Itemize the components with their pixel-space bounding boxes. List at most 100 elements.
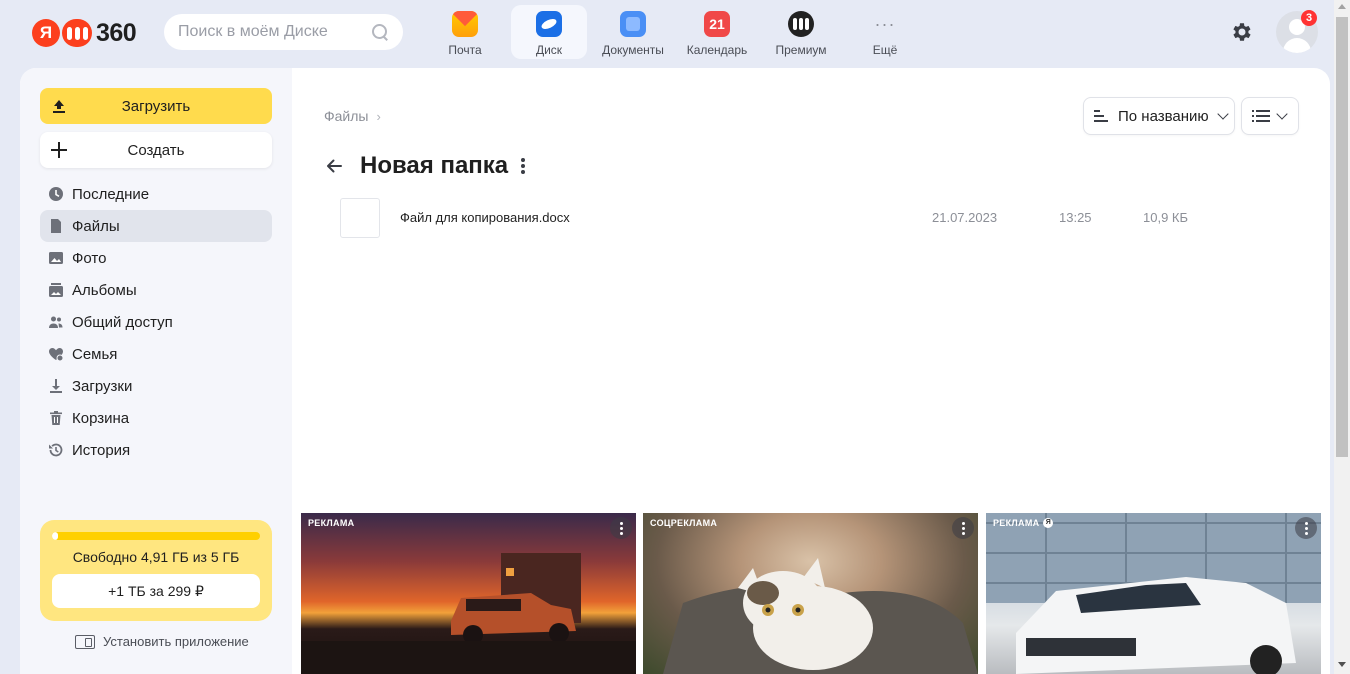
page-scrollbar[interactable] xyxy=(1334,0,1350,674)
sidebar-item-recent[interactable]: Последние xyxy=(40,178,272,210)
service-documents[interactable]: Документы xyxy=(595,5,671,59)
view-mode-dropdown[interactable] xyxy=(1241,97,1299,135)
cat-ad-image xyxy=(663,558,978,674)
sidebar-nav: Последние Файлы Фото Альбомы Общий досту… xyxy=(40,178,272,466)
search-input[interactable]: Поиск в моём Диске xyxy=(164,14,403,50)
sidebar-item-shared[interactable]: Общий доступ xyxy=(40,306,272,338)
install-app-link[interactable]: Установить приложение xyxy=(75,634,249,649)
mail-icon xyxy=(452,11,478,37)
upload-label: Загрузить xyxy=(121,97,191,115)
main-content: Файлы › Новая папка По названию Файл для… xyxy=(292,68,1330,674)
service-disk[interactable]: Диск xyxy=(511,5,587,59)
sidebar-item-family[interactable]: Семья xyxy=(40,338,272,370)
360-eye-icon xyxy=(62,19,92,47)
create-label: Создать xyxy=(127,141,185,159)
buy-storage-button[interactable]: +1 ТБ за 299 ₽ xyxy=(52,574,260,608)
service-mail[interactable]: Почта xyxy=(427,5,503,59)
ad-label: РЕКЛАМА xyxy=(308,518,355,528)
car-ad-image xyxy=(301,553,636,674)
file-size: 10,9 КБ xyxy=(1143,210,1189,225)
logo-360-text: 360 xyxy=(96,18,137,47)
clock-icon xyxy=(49,187,63,201)
ad-menu-icon[interactable] xyxy=(1295,517,1317,539)
ad-banner-white-car[interactable]: РЕКЛАМА Я xyxy=(986,513,1321,674)
breadcrumb-separator-icon: › xyxy=(376,108,381,124)
ad-menu-icon[interactable] xyxy=(610,517,632,539)
ad-menu-icon[interactable] xyxy=(952,517,974,539)
sort-icon xyxy=(1094,110,1108,122)
search-icon[interactable] xyxy=(371,23,389,41)
chevron-down-icon xyxy=(1276,108,1288,120)
sort-label: По названию xyxy=(1118,107,1209,125)
chevron-down-icon xyxy=(1217,108,1229,120)
sidebar-item-label: Корзина xyxy=(72,409,130,427)
storage-quota-card: Свободно 4,91 ГБ из 5 ГБ +1 ТБ за 299 ₽ xyxy=(40,520,272,621)
service-calendar[interactable]: 21 Календарь xyxy=(679,5,755,59)
ad-label: СОЦРЕКЛАМА xyxy=(650,518,718,528)
service-label: Документы xyxy=(602,43,664,57)
sidebar-item-downloads[interactable]: Загрузки xyxy=(40,370,272,402)
shared-access-icon xyxy=(49,316,63,328)
more-icon: ··· xyxy=(874,13,896,34)
upload-button[interactable]: Загрузить xyxy=(40,88,272,124)
top-header: Я 360 Поиск в моём Диске Почта Диск Доку… xyxy=(0,0,1334,68)
service-more[interactable]: ··· Ещё xyxy=(847,5,923,59)
file-list-row[interactable]: Файл для копирования.docx 21.07.2023 13:… xyxy=(340,197,1280,239)
ad-banners: РЕКЛАМА СОЦРЕКЛАМА РЕКЛАМА Я xyxy=(301,513,1321,674)
calendar-icon: 21 xyxy=(704,11,730,37)
disk-icon xyxy=(536,11,562,37)
file-date: 21.07.2023 xyxy=(932,210,998,225)
yandex-mark-icon: Я xyxy=(1043,518,1054,528)
documents-icon xyxy=(620,11,646,37)
ad-label-text: РЕКЛАМА xyxy=(993,518,1040,528)
folder-actions-menu-icon[interactable] xyxy=(520,156,526,176)
file-name: Файл для копирования.docx xyxy=(400,210,570,225)
sidebar-item-photo[interactable]: Фото xyxy=(40,242,272,274)
create-button[interactable]: Создать xyxy=(40,132,272,168)
file-time: 13:25 xyxy=(1059,210,1092,225)
service-label: Календарь xyxy=(686,43,748,57)
ad-banner-cat[interactable]: СОЦРЕКЛАМА xyxy=(643,513,978,674)
storage-progress-bar xyxy=(52,532,260,540)
plus-icon xyxy=(51,142,67,158)
albums-icon xyxy=(49,283,63,297)
storage-progress-fill xyxy=(52,532,59,540)
sidebar-item-label: Общий доступ xyxy=(72,313,173,331)
scroll-up-arrow-icon[interactable] xyxy=(1338,4,1346,9)
service-premium[interactable]: Премиум xyxy=(763,5,839,59)
gear-icon[interactable] xyxy=(1230,20,1254,44)
sidebar-item-label: Загрузки xyxy=(72,377,133,395)
sidebar-item-history[interactable]: История xyxy=(40,434,272,466)
devices-icon xyxy=(75,634,95,649)
service-label: Премиум xyxy=(775,43,827,57)
sidebar-item-albums[interactable]: Альбомы xyxy=(40,274,272,306)
service-label: Ещё xyxy=(872,43,898,57)
page-title: Новая папка xyxy=(360,152,509,179)
sidebar-item-label: Файлы xyxy=(72,217,120,235)
sidebar-item-label: Последние xyxy=(72,185,150,203)
scroll-down-arrow-icon[interactable] xyxy=(1338,662,1346,667)
history-icon xyxy=(49,443,63,457)
service-label: Диск xyxy=(535,43,563,57)
ad-banner-car-sunset[interactable]: РЕКЛАМА xyxy=(301,513,636,674)
install-app-label: Установить приложение xyxy=(103,634,249,649)
yandex-360-logo[interactable]: Я 360 xyxy=(32,18,137,48)
sort-dropdown[interactable]: По названию xyxy=(1083,97,1235,135)
yandex-logo-icon: Я xyxy=(32,19,60,47)
sidebar: Загрузить Создать Последние Файлы Фото А… xyxy=(20,68,292,674)
sidebar-item-label: Альбомы xyxy=(72,281,137,299)
breadcrumb-files-link[interactable]: Файлы xyxy=(324,108,368,124)
breadcrumb: Файлы › xyxy=(324,108,381,124)
sidebar-item-trash[interactable]: Корзина xyxy=(40,402,272,434)
back-arrow-icon[interactable] xyxy=(324,156,344,176)
storage-quota-text: Свободно 4,91 ГБ из 5 ГБ xyxy=(72,549,240,565)
sidebar-item-files[interactable]: Файлы xyxy=(40,210,272,242)
workspace: Загрузить Создать Последние Файлы Фото А… xyxy=(20,68,1330,674)
ad-label: РЕКЛАМА Я xyxy=(993,518,1054,528)
file-icon xyxy=(51,219,61,233)
search-placeholder: Поиск в моём Диске xyxy=(178,23,328,40)
white-car-ad-image xyxy=(986,513,1321,674)
services-bar: Почта Диск Документы 21 Календарь Премиу… xyxy=(427,5,931,59)
scrollbar-thumb[interactable] xyxy=(1336,17,1348,457)
notification-badge: 3 xyxy=(1301,10,1317,26)
